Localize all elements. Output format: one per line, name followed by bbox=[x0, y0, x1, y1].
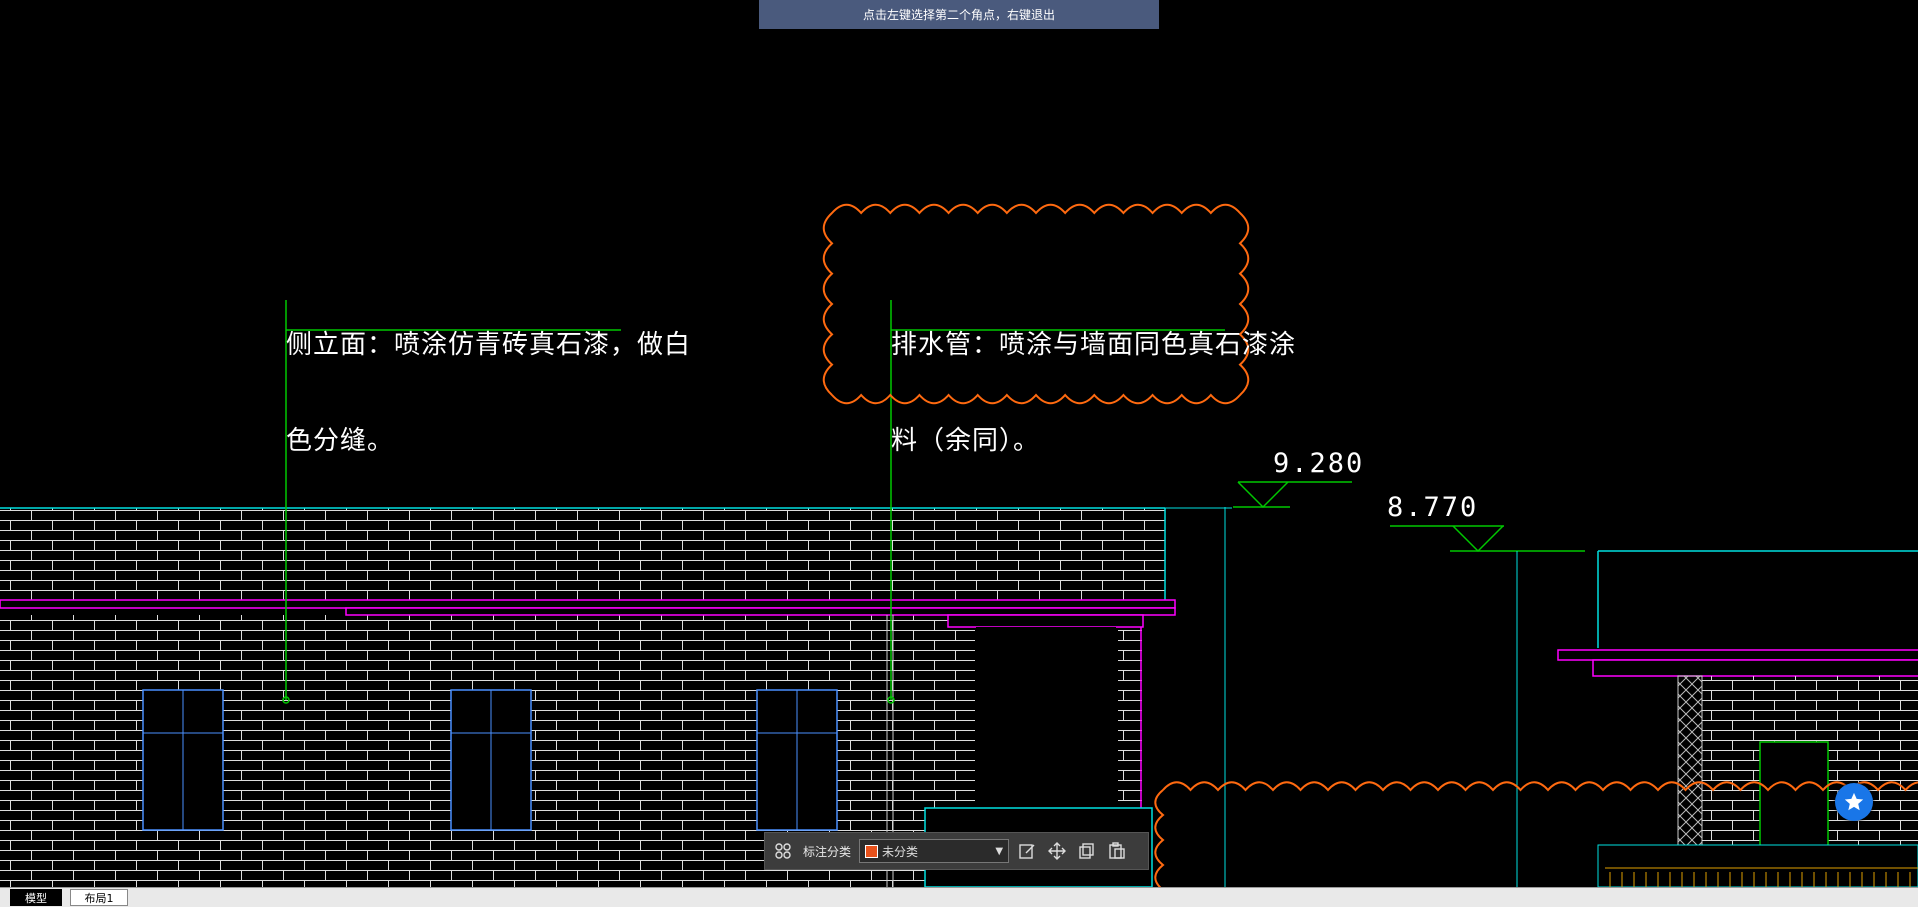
tab-model[interactable]: 模型 bbox=[10, 889, 62, 906]
edit-icon[interactable] bbox=[1015, 839, 1039, 863]
chevron-down-icon: ▼ bbox=[995, 845, 1004, 857]
command-prompt-bar: 点击左键选择第二个角点，右键退出 bbox=[759, 0, 1159, 29]
category-value: 未分类 bbox=[882, 844, 919, 859]
right-building bbox=[1557, 550, 1918, 887]
elevation-marker-lower bbox=[1390, 525, 1585, 887]
copy-icon[interactable] bbox=[1075, 839, 1099, 863]
layout-tab-bar: 模型 布局1 bbox=[0, 887, 1918, 907]
annotation-toolbar: 标注分类 未分类 ▼ bbox=[764, 832, 1149, 870]
category-select[interactable]: 未分类 ▼ bbox=[859, 839, 1010, 863]
drain-pipe-note[interactable]: 排水管：喷涂与墙面同色真石漆涂 料（余同）。 bbox=[891, 265, 1296, 489]
side-elevation-note[interactable]: 侧立面：喷涂仿青砖真石漆，做白 色分缝。 bbox=[286, 265, 691, 489]
elevation-label-lower[interactable]: 8.770 bbox=[1387, 492, 1478, 523]
drain-pipe-note-line1: 排水管：喷涂与墙面同色真石漆涂 bbox=[891, 330, 1297, 360]
paste-icon[interactable] bbox=[1105, 839, 1129, 863]
elevation-marker-upper bbox=[1224, 481, 1352, 887]
command-prompt-text: 点击左键选择第二个角点，右键退出 bbox=[862, 8, 1055, 22]
elevation-label-upper[interactable]: 9.280 bbox=[1273, 448, 1364, 479]
favorite-button[interactable] bbox=[1835, 783, 1873, 821]
window-1 bbox=[142, 689, 224, 831]
window-3 bbox=[756, 689, 838, 831]
drain-pipe-note-line2: 料（余同）。 bbox=[891, 426, 1041, 456]
category-label: 标注分类 bbox=[803, 844, 852, 859]
grid-icon[interactable] bbox=[771, 839, 795, 863]
left-building bbox=[0, 507, 1176, 887]
star-icon bbox=[1844, 792, 1864, 811]
tab-layout1[interactable]: 布局1 bbox=[70, 889, 128, 906]
category-color-swatch bbox=[865, 844, 879, 858]
window-2 bbox=[450, 689, 532, 831]
side-elevation-note-line1: 侧立面：喷涂仿青砖真石漆，做白 bbox=[286, 330, 692, 360]
side-elevation-note-line2: 色分缝。 bbox=[286, 426, 395, 456]
move-icon[interactable] bbox=[1045, 839, 1069, 863]
